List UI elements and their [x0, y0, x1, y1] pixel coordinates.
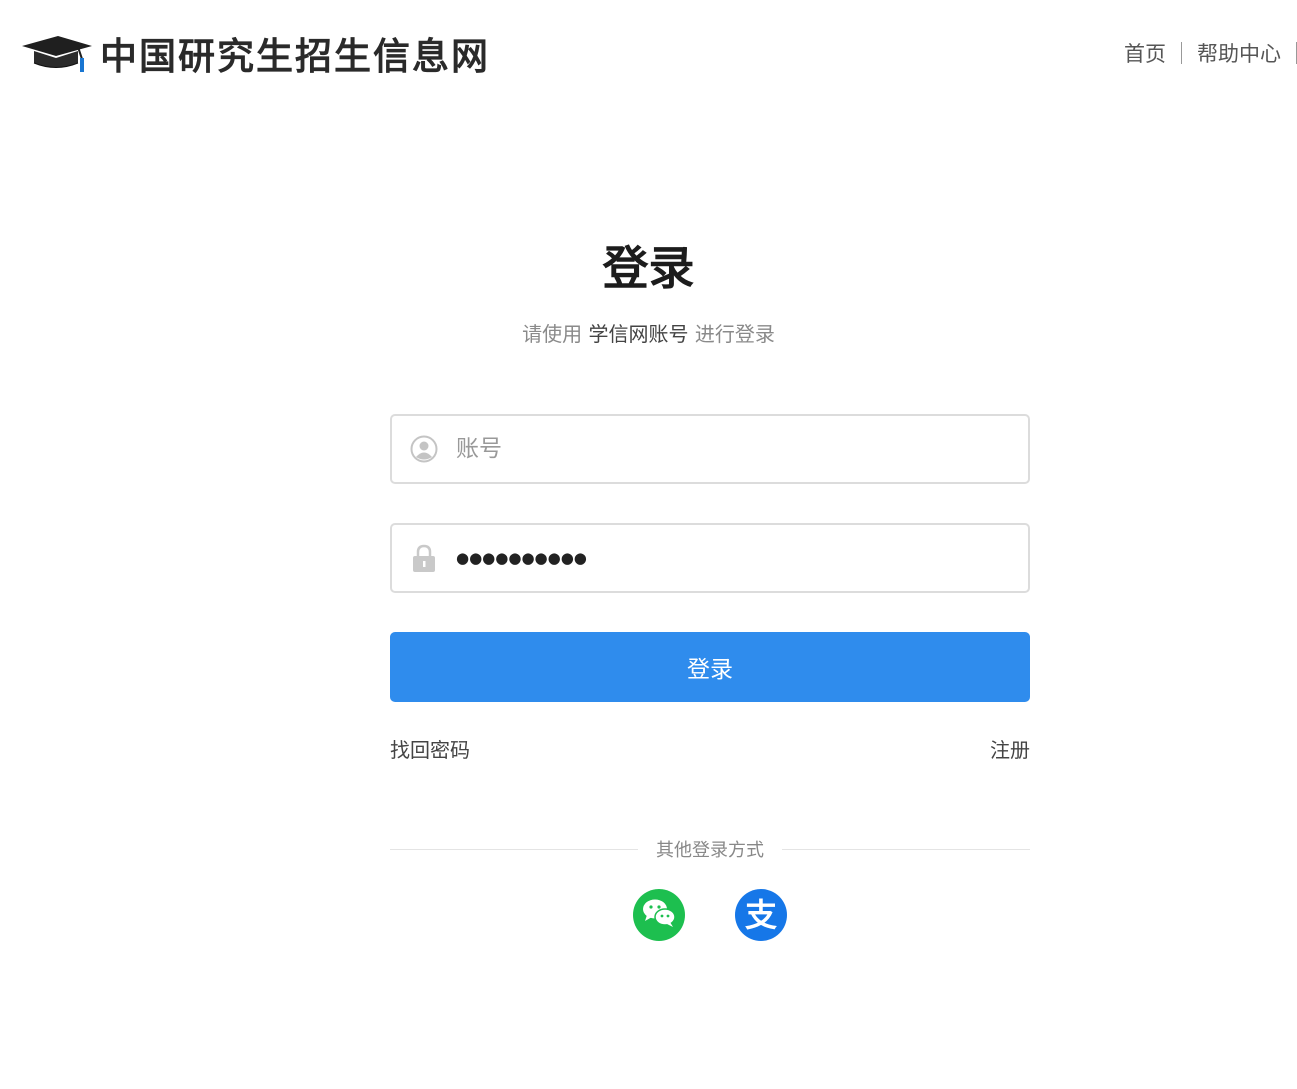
alipay-login-button[interactable]: 支	[735, 889, 787, 941]
site-logo[interactable]: 中国研究生招生信息网	[20, 28, 490, 78]
wechat-icon	[642, 898, 676, 932]
login-subtitle: 请使用 学信网账号 进行登录	[0, 318, 1297, 347]
subtitle-prefix: 请使用	[522, 322, 583, 346]
other-login-divider: 其他登录方式	[390, 836, 1030, 862]
user-icon	[392, 435, 456, 463]
nav-home-link[interactable]: 首页	[1109, 38, 1181, 68]
graduation-cap-icon	[20, 32, 92, 74]
divider-line	[390, 848, 638, 850]
subtitle-suffix: 进行登录	[694, 322, 775, 346]
top-nav: 首页 帮助中心	[1109, 38, 1297, 68]
account-field[interactable]	[390, 414, 1030, 484]
page-title: 登录	[602, 241, 695, 295]
site-name: 中国研究生招生信息网	[100, 34, 490, 78]
nav-help-link[interactable]: 帮助中心	[1182, 38, 1296, 68]
forgot-password-link[interactable]: 找回密码	[390, 734, 470, 763]
divider-line	[782, 848, 1030, 850]
login-button[interactable]: 登录	[390, 632, 1030, 702]
other-login-label: 其他登录方式	[656, 840, 764, 861]
password-field[interactable]	[390, 523, 1030, 593]
password-input[interactable]	[456, 528, 1016, 588]
subtitle-account-type: 学信网账号	[588, 322, 689, 346]
register-link[interactable]: 注册	[990, 734, 1030, 763]
lock-icon	[392, 543, 456, 573]
account-input[interactable]	[456, 419, 1016, 479]
auxiliary-links: 找回密码 注册	[390, 734, 1030, 763]
wechat-login-button[interactable]	[633, 889, 685, 941]
header: 中国研究生招生信息网 首页 帮助中心	[0, 0, 1297, 100]
alipay-icon: 支	[744, 896, 777, 934]
